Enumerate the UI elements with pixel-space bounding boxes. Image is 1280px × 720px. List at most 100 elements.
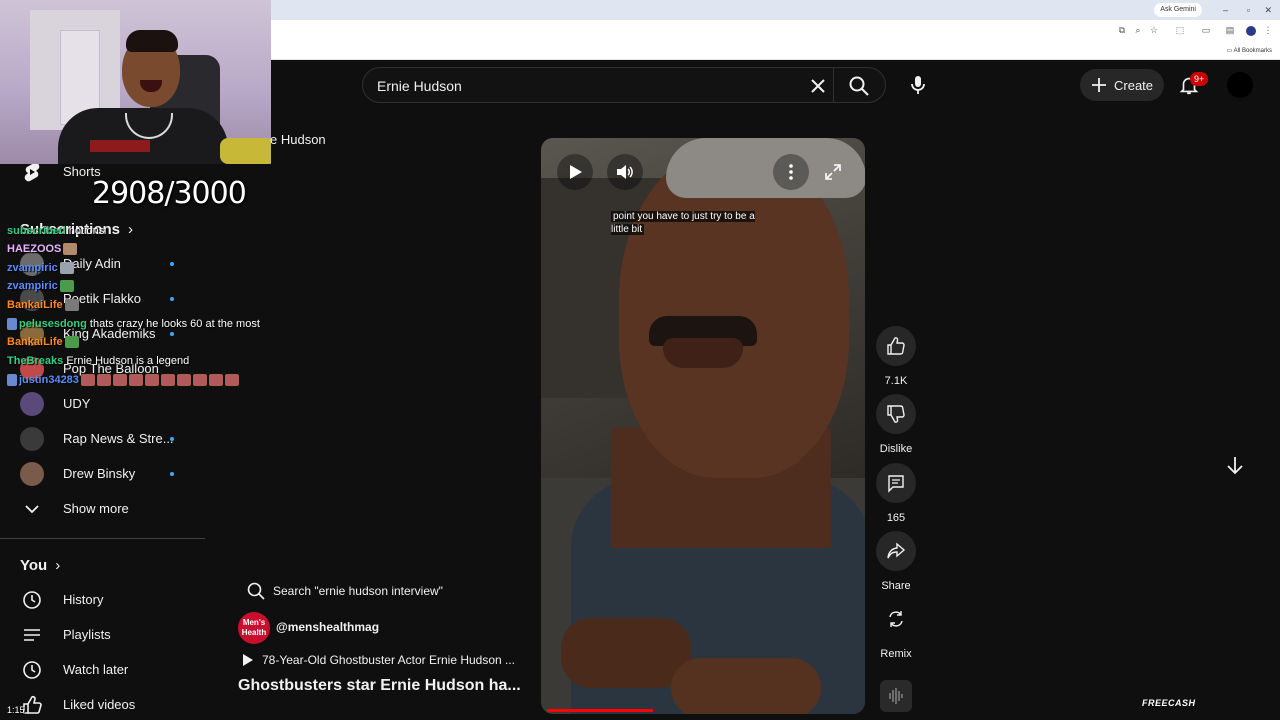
dislike-button[interactable]: Dislike xyxy=(876,394,916,455)
comments-button[interactable]: 165 xyxy=(876,463,916,524)
history-label: History xyxy=(63,592,104,607)
liked-videos-label: Liked videos xyxy=(63,697,136,712)
subscription-label: UDY xyxy=(63,396,91,411)
you-header[interactable]: You › xyxy=(20,557,60,574)
channel-avatar xyxy=(20,392,44,416)
search-box[interactable]: Ernie Hudson xyxy=(362,67,886,103)
browser-menu-icon[interactable]: ⋮ xyxy=(1262,24,1274,36)
plus-icon xyxy=(1092,78,1106,92)
chevron-down-icon xyxy=(25,505,39,514)
fullscreen-button[interactable] xyxy=(815,154,851,190)
emote-icon xyxy=(128,374,143,387)
audio-wave-icon xyxy=(889,688,903,704)
channel-handle[interactable]: @menshealthmag xyxy=(276,620,379,634)
like-button[interactable]: 7.1K xyxy=(876,326,916,387)
all-bookmarks-link[interactable]: ▭ All Bookmarks xyxy=(1227,45,1272,57)
notification-badge: 9+ xyxy=(1190,72,1209,86)
install-icon[interactable]: ⧉ xyxy=(1116,24,1128,36)
bookmark-star-icon[interactable]: ☆ xyxy=(1148,24,1160,36)
restore-icon[interactable]: ▫ xyxy=(1247,3,1250,17)
video-title[interactable]: Ghostbusters star Ernie Hudson ha... xyxy=(238,677,521,695)
volume-button[interactable] xyxy=(607,154,643,190)
video-hand xyxy=(671,658,821,714)
share-icon xyxy=(887,542,906,559)
watch-later-label: Watch later xyxy=(63,662,129,677)
emote-icon xyxy=(112,374,127,387)
emote-icon xyxy=(208,374,223,387)
play-small-icon xyxy=(243,654,253,666)
emote-icon xyxy=(192,374,207,387)
emote-icon xyxy=(64,299,79,312)
badge-icon xyxy=(7,318,17,331)
chevron-right-icon: › xyxy=(55,557,61,574)
chat-line: pelusesdong thats crazy he looks 60 at t… xyxy=(7,317,260,331)
channel-avatar-menshealth[interactable]: Men's Health xyxy=(238,612,270,644)
share-button[interactable]: Share xyxy=(876,531,916,592)
badge-icon xyxy=(7,374,17,387)
emote-icon xyxy=(64,336,79,349)
goal-counter: 2908/3000 xyxy=(92,176,247,211)
more-options-button[interactable] xyxy=(773,154,809,190)
play-button[interactable] xyxy=(557,154,593,190)
account-avatar[interactable] xyxy=(1227,72,1253,98)
thumbs-down-icon xyxy=(887,405,905,423)
related-video-title: 78-Year-Old Ghostbuster Actor Ernie Huds… xyxy=(262,653,516,667)
history-icon xyxy=(23,591,41,609)
subscription-label: Rap News & Stre... xyxy=(63,431,174,446)
emote-icon xyxy=(176,374,191,387)
browser-profile-avatar[interactable] xyxy=(1246,26,1256,36)
video-hand xyxy=(561,618,691,688)
chat-line: BankaiLife xyxy=(7,298,79,312)
video-caption: point you have to just try to be a littl… xyxy=(611,211,755,235)
emote-icon xyxy=(144,374,159,387)
close-window-icon[interactable]: ✕ xyxy=(1264,3,1272,17)
sidebar-divider xyxy=(0,538,205,539)
emote-icon xyxy=(224,374,239,387)
new-content-dot xyxy=(170,472,174,476)
share-label: Share xyxy=(881,580,911,592)
cast-icon[interactable]: ▤ xyxy=(1224,24,1236,36)
freecash-watermark: FREECASH xyxy=(1142,698,1196,708)
create-button[interactable]: Create xyxy=(1080,69,1164,101)
emote-icon xyxy=(59,262,74,275)
new-content-dot xyxy=(170,262,174,266)
extensions-icon[interactable]: ⬚ xyxy=(1174,24,1186,36)
new-content-dot xyxy=(170,437,174,441)
comment-icon xyxy=(888,475,904,493)
sidepanel-icon[interactable]: ▭ xyxy=(1200,24,1212,36)
search-icon xyxy=(247,582,265,600)
zoom-icon[interactable]: ⌕ xyxy=(1132,24,1144,36)
video-progress-bar[interactable] xyxy=(547,709,653,712)
search-input[interactable]: Ernie Hudson xyxy=(377,78,462,94)
like-count: 7.1K xyxy=(884,375,908,387)
new-content-dot xyxy=(170,332,174,336)
pillow xyxy=(220,138,271,164)
emote-icon xyxy=(80,374,95,387)
chat-line: BankaiLife xyxy=(7,335,79,349)
channel-avatar xyxy=(20,462,44,486)
ask-gemini-button[interactable]: Ask Gemini xyxy=(1154,3,1202,17)
playlists-label: Playlists xyxy=(63,627,111,642)
microphone-icon[interactable] xyxy=(906,73,930,97)
chat-line: HAEZOOS xyxy=(7,242,78,256)
minimize-icon[interactable]: – xyxy=(1223,3,1228,17)
play-icon xyxy=(570,165,582,179)
streamer-hair xyxy=(126,30,178,52)
chevron-right-icon: › xyxy=(128,221,134,238)
shorts-video-player[interactable]: point you have to just try to be a littl… xyxy=(541,138,865,714)
clear-search-icon[interactable] xyxy=(806,74,830,98)
search-suggestion[interactable]: Search "ernie hudson interview" xyxy=(246,581,443,601)
thumbs-up-icon xyxy=(887,337,905,355)
next-video-arrow-icon[interactable] xyxy=(1223,453,1247,477)
remix-label: Remix xyxy=(880,648,912,660)
chat-line: zvampiric xyxy=(7,279,74,293)
comment-count: 165 xyxy=(886,512,906,524)
chat-line: subscribed notions xyxy=(7,225,105,237)
dislike-label: Dislike xyxy=(879,443,913,455)
remix-button[interactable]: Remix xyxy=(876,599,916,660)
channel-avatar xyxy=(20,427,44,451)
search-divider xyxy=(833,68,834,102)
search-icon[interactable] xyxy=(847,74,871,98)
sound-button[interactable] xyxy=(880,680,912,712)
chat-line: 1:15 xyxy=(7,705,25,715)
